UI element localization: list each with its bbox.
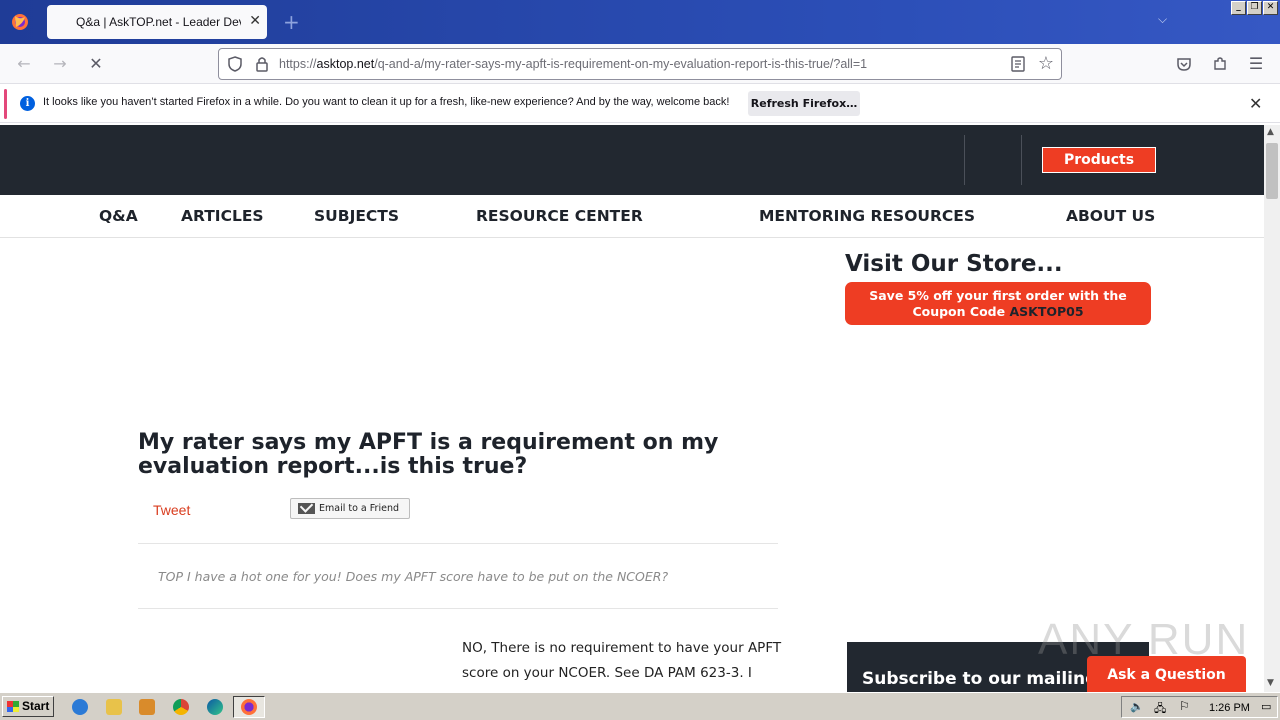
back-icon[interactable]: ← xyxy=(14,54,34,74)
firefox-taskbar-icon xyxy=(241,699,257,715)
flag-icon[interactable]: ⚐ xyxy=(1179,699,1190,713)
info-icon: i xyxy=(20,96,35,111)
notification-close-icon[interactable]: ✕ xyxy=(1249,94,1262,113)
new-tab-icon[interactable]: + xyxy=(283,10,300,34)
edge-icon[interactable] xyxy=(207,699,223,715)
products-button[interactable]: Products xyxy=(1042,147,1156,173)
nav-item-qa[interactable]: Q&A xyxy=(99,207,138,225)
store-title: Visit Our Store... xyxy=(845,251,1063,277)
forward-icon[interactable]: → xyxy=(50,54,70,74)
internet-explorer-icon[interactable] xyxy=(72,699,88,715)
tab-list-chevron-icon[interactable]: ⌵ xyxy=(1158,12,1167,27)
taskbar-firefox-active[interactable] xyxy=(233,696,265,718)
window-controls: _ ❐ ✕ xyxy=(1231,1,1278,15)
windows-taskbar: Start 🔈 🖧 ⚐ ▭ 1:26 PM xyxy=(0,692,1280,720)
divider xyxy=(138,608,778,609)
main-nav: Q&A ARTICLES SUBJECTS RESOURCE CENTER ME… xyxy=(0,195,1264,238)
scroll-thumb[interactable] xyxy=(1266,143,1278,199)
email-friend-label: Email to a Friend xyxy=(319,503,399,514)
show-desktop-icon[interactable]: ▭ xyxy=(1261,700,1271,713)
page-scrollbar[interactable]: ▲ ▼ xyxy=(1264,125,1280,692)
nav-item-subjects[interactable]: SUBJECTS xyxy=(314,207,399,225)
site-header: Products xyxy=(0,125,1264,195)
web-page: Products Q&A ARTICLES SUBJECTS RESOURCE … xyxy=(0,125,1264,692)
ask-question-button[interactable]: Ask a Question xyxy=(1087,656,1246,692)
active-tab[interactable]: Q&a | AskTOP.net - Leader Development ✕ xyxy=(47,5,267,39)
network-icon[interactable]: 🖧 xyxy=(1154,700,1166,719)
bookmark-star-icon[interactable]: ☆ xyxy=(1036,54,1056,74)
nav-item-about-us[interactable]: ABOUT US xyxy=(1066,207,1155,225)
coupon-line: Coupon Code ASKTOP05 xyxy=(912,304,1084,319)
nav-item-resource-center[interactable]: RESOURCE CENTER xyxy=(476,207,643,225)
notification-text: It looks like you haven’t started Firefo… xyxy=(43,96,730,108)
extensions-icon[interactable] xyxy=(1212,56,1228,72)
firefox-icon[interactable] xyxy=(10,12,30,32)
navigation-toolbar: ← → ✕ https://asktop.net/q-and-a/my-rate… xyxy=(0,44,1280,84)
header-divider xyxy=(964,135,965,185)
coupon-code: ASKTOP05 xyxy=(1009,304,1084,319)
pocket-icon[interactable] xyxy=(1176,56,1192,72)
start-button[interactable]: Start xyxy=(2,696,54,717)
file-explorer-icon[interactable] xyxy=(106,699,122,715)
tab-title: Q&a | AskTOP.net - Leader Development xyxy=(76,15,241,29)
restore-icon[interactable]: ❐ xyxy=(1247,1,1262,15)
chrome-icon[interactable] xyxy=(173,699,189,715)
header-divider xyxy=(1021,135,1022,185)
question-title: My rater says my APFT is a requirement o… xyxy=(138,430,719,479)
close-window-icon[interactable]: ✕ xyxy=(1263,1,1278,15)
refresh-firefox-button[interactable]: Refresh Firefox… xyxy=(748,91,860,116)
tweet-link[interactable]: Tweet xyxy=(153,502,190,518)
envelope-icon xyxy=(298,503,315,514)
coupon-banner[interactable]: Save 5% off your first order with the Co… xyxy=(845,282,1151,325)
lock-icon[interactable] xyxy=(255,56,269,72)
tab-close-icon[interactable]: ✕ xyxy=(249,13,261,29)
scroll-up-icon[interactable]: ▲ xyxy=(1267,127,1274,137)
nav-item-articles[interactable]: ARTICLES xyxy=(181,207,264,225)
stop-loading-icon[interactable]: ✕ xyxy=(86,54,106,74)
minimize-icon[interactable]: _ xyxy=(1231,1,1246,15)
scroll-down-icon[interactable]: ▼ xyxy=(1267,678,1274,688)
divider xyxy=(138,543,778,544)
media-player-icon[interactable] xyxy=(139,699,155,715)
question-text: TOP I have a hot one for you! Does my AP… xyxy=(158,569,669,584)
answer-text: NO, There is no requirement to have your… xyxy=(462,640,782,692)
coupon-line: Save 5% off your first order with the xyxy=(869,288,1127,303)
shield-icon[interactable] xyxy=(227,56,243,72)
browser-tab-bar: Q&a | AskTOP.net - Leader Development ✕ … xyxy=(0,0,1280,44)
hamburger-menu-icon[interactable]: ☰ xyxy=(1246,54,1266,74)
nav-item-mentoring-resources[interactable]: MENTORING RESOURCES xyxy=(759,207,975,225)
reader-view-icon[interactable] xyxy=(1011,56,1025,72)
windows-logo-icon xyxy=(7,701,19,712)
clock: 1:26 PM xyxy=(1209,702,1250,714)
url-text: https://asktop.net/q-and-a/my-rater-says… xyxy=(279,57,868,71)
volume-icon[interactable]: 🔈 xyxy=(1130,700,1144,713)
refresh-firefox-notification: i It looks like you haven’t started Fire… xyxy=(0,85,1280,123)
url-bar[interactable]: https://asktop.net/q-and-a/my-rater-says… xyxy=(218,48,1062,80)
email-friend-button[interactable]: Email to a Friend xyxy=(290,498,410,519)
system-tray: 🔈 🖧 ⚐ ▭ xyxy=(1121,696,1278,718)
